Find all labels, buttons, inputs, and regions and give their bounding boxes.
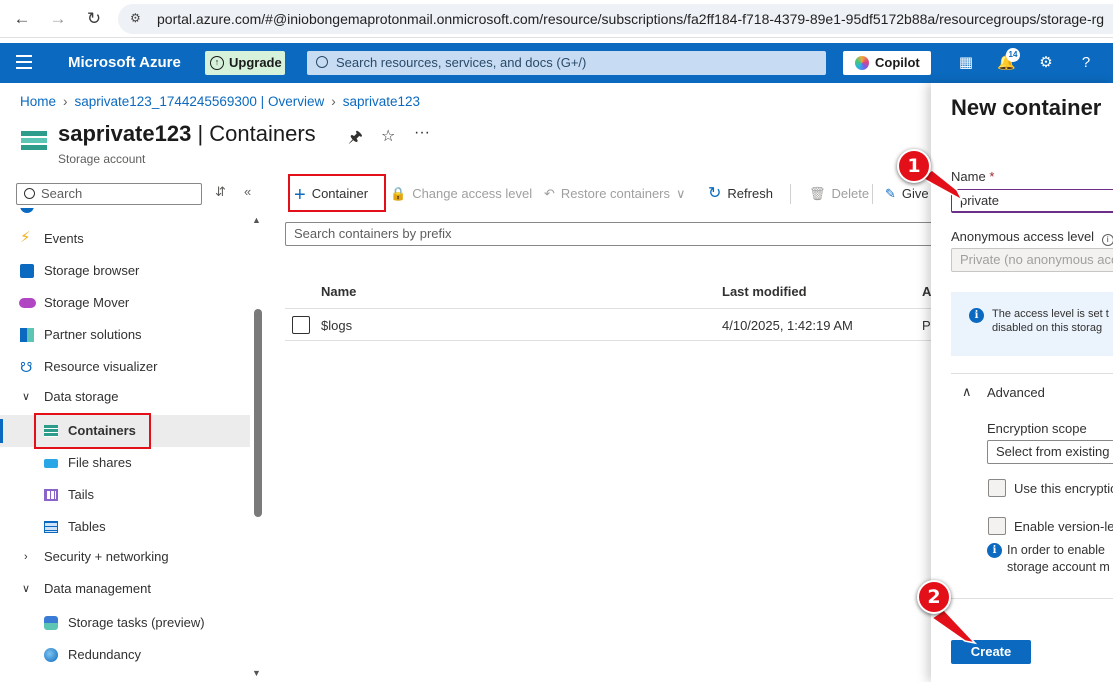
- annotation-marker-2: 2: [917, 580, 951, 614]
- annotation-marker-1: 1: [897, 149, 931, 183]
- annotation-arrows: [920, 169, 978, 645]
- arrow-2-icon: [930, 609, 978, 645]
